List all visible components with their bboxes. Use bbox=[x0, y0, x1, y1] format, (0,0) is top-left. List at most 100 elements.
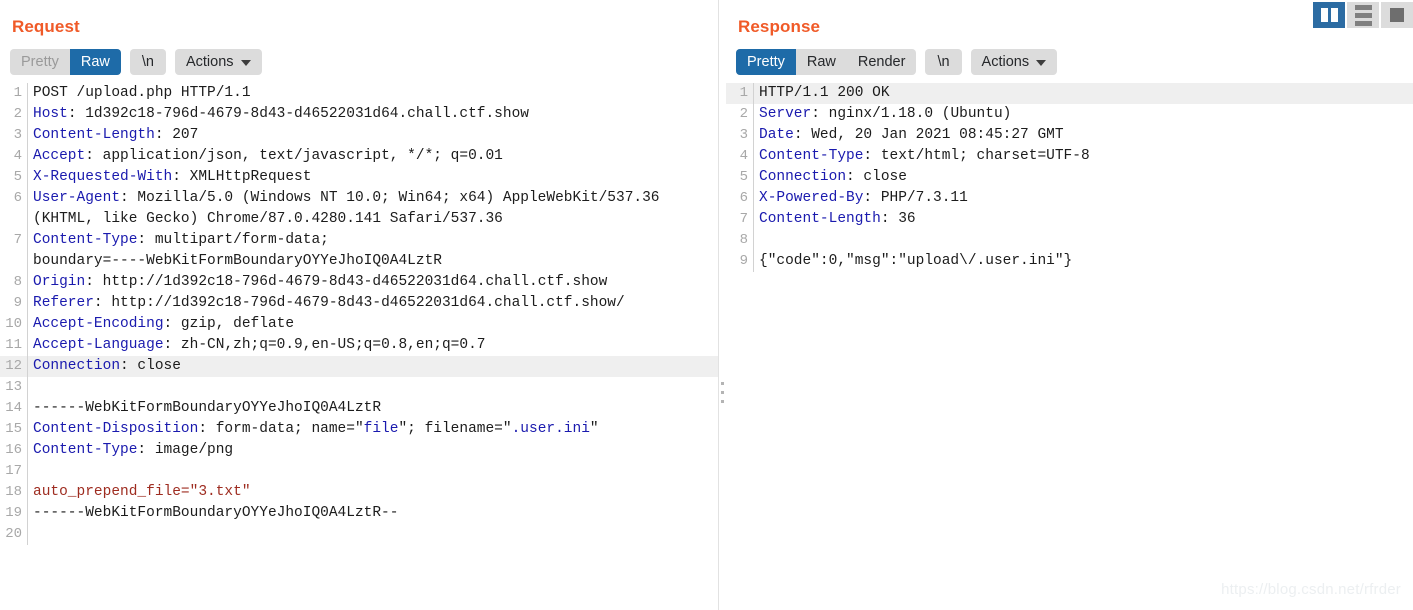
request-newline-button[interactable]: \n bbox=[129, 48, 166, 75]
code-token: boundary=----WebKitFormBoundaryOYYeJhoIQ… bbox=[33, 253, 442, 269]
code-token: : 1d392c18-796d-4679-8d43-d46522031d64.c… bbox=[67, 106, 529, 122]
line-number: 8 bbox=[13, 274, 22, 290]
gutter-divider bbox=[753, 125, 754, 146]
code-line-text: auto_prepend_file="3.txt" bbox=[33, 482, 719, 503]
line-number: 17 bbox=[5, 463, 22, 479]
response-tab-render[interactable]: Render bbox=[847, 49, 917, 75]
line-number: 5 bbox=[739, 169, 748, 185]
code-token: Accept bbox=[33, 148, 86, 164]
response-toolbar: Pretty Raw Render \n Actions bbox=[726, 37, 1413, 75]
chevron-down-icon bbox=[240, 59, 251, 66]
code-token: : multipart/form-data; bbox=[137, 232, 329, 248]
code-line-text: (KHTML, like Gecko) Chrome/87.0.4280.141… bbox=[33, 209, 719, 230]
gutter-divider bbox=[753, 167, 754, 188]
code-line: 15 Content-Disposition: form-data; name="… bbox=[0, 419, 719, 440]
line-number: 4 bbox=[739, 148, 748, 164]
code-token: : close bbox=[120, 358, 181, 374]
code-line: (KHTML, like Gecko) Chrome/87.0.4280.141… bbox=[0, 209, 719, 230]
request-actions-button[interactable]: Actions bbox=[174, 48, 262, 75]
request-editor[interactable]: 1 POST /upload.php HTTP/1.1 2 Host: 1d392c1… bbox=[0, 83, 719, 545]
split-horizontal-view-button[interactable] bbox=[1347, 2, 1379, 28]
code-token: ------WebKitFormBoundaryOYYeJhoIQ0A4LztR bbox=[33, 400, 382, 416]
response-tab-raw[interactable]: Raw bbox=[796, 49, 847, 75]
gutter-divider bbox=[753, 146, 754, 167]
response-view-mode-group: Pretty Raw Render bbox=[736, 48, 917, 75]
code-line-text: Server: nginx/1.18.0 (Ubuntu) bbox=[759, 104, 1413, 125]
request-pane-title: Request bbox=[12, 17, 80, 36]
code-line: 14 ------WebKitFormBoundaryOYYeJhoIQ0A4Lz… bbox=[0, 398, 719, 419]
code-line: 4 Content-Type: text/html; charset=UTF-8 bbox=[726, 146, 1413, 167]
code-line-text bbox=[759, 230, 1413, 251]
gutter-divider bbox=[27, 398, 28, 419]
code-line: 3 Date: Wed, 20 Jan 2021 08:45:27 GMT bbox=[726, 125, 1413, 146]
code-token: : 36 bbox=[880, 211, 916, 227]
request-tab-raw[interactable]: Raw bbox=[69, 48, 121, 75]
code-token: : nginx/1.18.0 (Ubuntu) bbox=[811, 106, 1012, 122]
gutter-divider bbox=[27, 419, 28, 440]
line-number: 19 bbox=[5, 505, 22, 521]
code-line: 9 Referer: http://1d392c18-796d-4679-8d43… bbox=[0, 293, 719, 314]
request-actions-label: Actions bbox=[185, 53, 234, 70]
line-number: 4 bbox=[13, 148, 22, 164]
gutter-divider bbox=[753, 251, 754, 272]
line-number: 6 bbox=[13, 190, 22, 206]
response-pane-title: Response bbox=[738, 17, 821, 36]
code-token: {"code":0,"msg":"upload\/.user.ini"} bbox=[759, 253, 1073, 269]
code-token: Content-Type bbox=[33, 232, 138, 248]
response-actions-button[interactable]: Actions bbox=[970, 48, 1058, 75]
request-tab-pretty[interactable]: Pretty bbox=[10, 49, 70, 75]
response-pane: Response Pretty Raw Render \n Actions 1H… bbox=[726, 0, 1413, 610]
chevron-down-icon bbox=[1036, 59, 1047, 66]
line-number: 7 bbox=[739, 211, 748, 227]
code-line-text bbox=[33, 461, 719, 482]
code-token: : http://1d392c18-796d-4679-8d43-d465220… bbox=[85, 274, 608, 290]
line-number: 16 bbox=[5, 442, 22, 458]
code-line: 5 Connection: close bbox=[726, 167, 1413, 188]
layout-toggle-group bbox=[1313, 2, 1413, 28]
code-line-text: boundary=----WebKitFormBoundaryOYYeJhoIQ… bbox=[33, 251, 719, 272]
pane-splitter[interactable] bbox=[719, 0, 726, 610]
code-line-text: Accept: application/json, text/javascrip… bbox=[33, 146, 719, 167]
code-line-text: Content-Disposition: form-data; name="fi… bbox=[33, 419, 719, 440]
code-line: 18 auto_prepend_file="3.txt" bbox=[0, 482, 719, 503]
code-token: Server bbox=[759, 106, 812, 122]
code-line-text bbox=[33, 377, 719, 398]
code-line-text: Content-Length: 36 bbox=[759, 209, 1413, 230]
code-line: 16 Content-Type: image/png bbox=[0, 440, 719, 461]
code-line: 6 X-Powered-By: PHP/7.3.11 bbox=[726, 188, 1413, 209]
split-vertical-view-button[interactable] bbox=[1313, 2, 1345, 28]
line-number: 2 bbox=[739, 106, 748, 122]
code-line-text: User-Agent: Mozilla/5.0 (Windows NT 10.0… bbox=[33, 188, 719, 209]
code-line: 13 bbox=[0, 377, 719, 398]
code-line-text: ------WebKitFormBoundaryOYYeJhoIQ0A4LztR bbox=[33, 398, 719, 419]
line-number: 20 bbox=[5, 526, 22, 542]
code-token: : form-data; name=" bbox=[198, 421, 364, 437]
gutter-divider bbox=[27, 524, 28, 545]
splitter-drag-handle[interactable] bbox=[721, 382, 724, 403]
gutter-divider bbox=[27, 293, 28, 314]
code-token: file bbox=[363, 421, 399, 437]
code-line: 3 Content-Length: 207 bbox=[0, 125, 719, 146]
code-line: 1 POST /upload.php HTTP/1.1 bbox=[0, 83, 719, 104]
code-line-text: Connection: close bbox=[759, 167, 1413, 188]
code-token: auto_prepend_file="3.txt" bbox=[33, 484, 251, 500]
gutter-divider bbox=[753, 83, 754, 104]
single-pane-view-button[interactable] bbox=[1381, 2, 1413, 28]
code-token: : PHP/7.3.11 bbox=[863, 190, 968, 206]
line-number: 7 bbox=[13, 232, 22, 248]
code-line-text: {"code":0,"msg":"upload\/.user.ini"} bbox=[759, 251, 1413, 272]
code-line: 2 Host: 1d392c18-796d-4679-8d43-d46522031… bbox=[0, 104, 719, 125]
gutter-divider bbox=[27, 230, 28, 251]
response-editor[interactable]: 1 HTTP/1.1 200 OK 2 Server: nginx/1.18.0 (U… bbox=[726, 83, 1413, 272]
code-token: Origin bbox=[33, 274, 86, 290]
code-token: : application/json, text/javascript, */*… bbox=[85, 148, 503, 164]
gutter-divider bbox=[27, 482, 28, 503]
gutter-divider bbox=[27, 377, 28, 398]
response-newline-button[interactable]: \n bbox=[925, 48, 962, 75]
line-number: 13 bbox=[5, 379, 22, 395]
line-number: 12 bbox=[5, 358, 22, 374]
code-token: HTTP/1.1 200 OK bbox=[759, 85, 890, 101]
gutter-divider bbox=[753, 230, 754, 251]
response-tab-pretty[interactable]: Pretty bbox=[736, 48, 796, 75]
request-view-mode-group: Pretty Raw bbox=[10, 48, 121, 75]
